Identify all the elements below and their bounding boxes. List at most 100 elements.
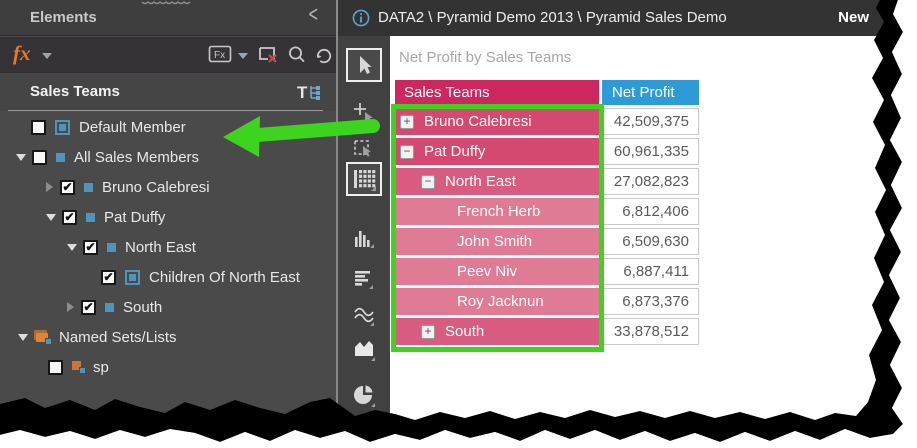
checkbox[interactable]: ✔ — [60, 180, 75, 195]
checkbox[interactable]: ✔ — [62, 210, 77, 225]
info-icon[interactable] — [352, 9, 370, 32]
row-header-cell[interactable]: −North East — [395, 168, 599, 195]
column-header-sales-teams[interactable]: Sales Teams — [395, 80, 599, 105]
tree-item-bruno-calebresi[interactable]: ✔Bruno Calebresi — [0, 172, 336, 202]
tree-item-label: Default Member — [79, 119, 186, 136]
tree-item-north-east[interactable]: ✔ North East — [0, 232, 336, 262]
expanded-arrow-icon[interactable] — [67, 244, 77, 251]
checkbox[interactable] — [48, 360, 63, 375]
line-chart-tool[interactable] — [346, 298, 382, 332]
report-canvas: Net Profit by Sales Teams Sales Teams Ne… — [390, 36, 890, 432]
expanded-arrow-icon[interactable] — [16, 154, 26, 161]
fx-dropdown-caret-icon[interactable] — [42, 53, 52, 59]
row-header-cell[interactable]: Roy Jacknun — [395, 288, 599, 315]
tree-item-label: sp — [93, 359, 109, 376]
checkbox[interactable] — [32, 150, 47, 165]
checkbox[interactable]: ✔ — [83, 240, 98, 255]
row-header-cell[interactable]: Peev Niv — [395, 258, 599, 285]
grid-header-row: Sales Teams Net Profit — [395, 80, 699, 105]
tree-item-label: North East — [125, 239, 196, 256]
select-tool[interactable] — [346, 48, 382, 82]
row-label: South — [445, 323, 484, 340]
table-row-bruno-calebresi: + Bruno Calebresi 42,509,375 — [395, 108, 699, 135]
cursor-icon — [352, 53, 376, 77]
collapsed-arrow-icon[interactable] — [67, 302, 74, 312]
marquee-cursor-icon — [352, 137, 376, 161]
bar-chart-tool[interactable] — [346, 262, 382, 296]
checkbox[interactable]: ✔ — [81, 300, 96, 315]
line-chart-icon — [352, 303, 376, 327]
row-label: John Smith — [457, 233, 532, 250]
value-cell[interactable]: 27,082,823 — [602, 168, 699, 195]
row-header-cell[interactable]: French Herb — [395, 198, 599, 225]
table-row-south: + South 33,878,512 — [395, 318, 699, 345]
value-cell[interactable]: 6,873,376 — [602, 288, 699, 315]
search-icon[interactable] — [286, 44, 308, 71]
row-header-cell[interactable]: + South — [395, 318, 599, 345]
svg-text:T: T — [297, 83, 308, 102]
hierarchy-section-header: Sales Teams T — [0, 74, 336, 111]
tree-item-all-sales-members[interactable]: All Sales Members — [0, 142, 336, 172]
tree-item-sp[interactable]: sp — [0, 352, 336, 382]
svg-text:Fx: Fx — [214, 50, 225, 61]
default-member-icon — [125, 270, 140, 285]
pie-chart-tool[interactable] — [346, 378, 382, 412]
row-header-cell[interactable]: John Smith — [395, 228, 599, 255]
row-header-cell[interactable]: + Bruno Calebresi — [395, 108, 599, 135]
column-header-net-profit[interactable]: Net Profit — [602, 80, 699, 105]
area-chart-tool[interactable] — [346, 332, 382, 366]
value-cell[interactable]: 6,887,411 — [602, 258, 699, 285]
screenshot-stage: Elements < fx Fx Sales Teams T — [0, 0, 917, 448]
grid-icon — [351, 167, 377, 191]
fx-folder-caret-icon[interactable] — [238, 53, 248, 59]
named-sets-icon — [34, 330, 51, 344]
column-chart-icon — [352, 227, 376, 251]
collapse-toggle[interactable]: − — [421, 175, 435, 189]
fx-folder-button[interactable]: Fx — [208, 44, 232, 69]
tree-item-label: South — [123, 299, 162, 316]
member-name-display-toggle-icon[interactable]: T — [296, 81, 322, 108]
grid-body: + Bruno Calebresi 42,509,375−Pat Duffy60,9… — [395, 108, 699, 345]
value-cell[interactable]: 6,812,406 — [602, 198, 699, 225]
row-label: Roy Jacknun — [457, 293, 544, 310]
fx-formula-icon[interactable]: fx — [13, 41, 31, 66]
collapse-toggle[interactable]: − — [400, 145, 414, 159]
clear-selection-button[interactable] — [256, 44, 280, 71]
tree-item-pat-duffy[interactable]: ✔ Pat Duffy — [0, 202, 336, 232]
tree-item-named-sets-lists[interactable]: Named Sets/Lists — [0, 322, 336, 352]
add-selection-tool[interactable] — [346, 96, 382, 130]
value-cell[interactable]: 6,509,630 — [602, 228, 699, 255]
bar-chart-icon — [352, 267, 376, 291]
value-cell[interactable]: 33,878,512 — [602, 318, 699, 345]
tree-item-children-of-north-east[interactable]: ✔ Children Of North East — [0, 262, 336, 292]
row-header-cell[interactable]: −Pat Duffy — [395, 138, 599, 165]
tree-item-label: Children Of North East — [149, 269, 300, 286]
value-cell[interactable]: 60,961,335 — [602, 138, 699, 165]
grid-view-tool[interactable] — [346, 162, 382, 196]
checkbox[interactable] — [31, 120, 46, 135]
lasso-selection-tool[interactable] — [346, 132, 382, 166]
value-cell[interactable]: 42,509,375 — [602, 108, 699, 135]
table-row-john-smith: John Smith 6,509,630 — [395, 228, 699, 255]
row-label: Bruno Calebresi — [424, 113, 532, 130]
checkbox[interactable]: ✔ — [101, 270, 116, 285]
expand-toggle[interactable]: + — [421, 325, 435, 339]
menu-item-new[interactable]: New — [838, 9, 869, 26]
section-divider — [8, 110, 323, 111]
data-grid: Sales Teams Net Profit + Bruno Calebresi 4… — [395, 80, 699, 348]
collapse-panel-icon[interactable]: < — [309, 3, 318, 28]
tree-item-default-member[interactable]: Default Member — [0, 112, 336, 142]
visualization-toolbar — [338, 36, 390, 432]
expand-toggle[interactable]: + — [400, 115, 414, 129]
expanded-arrow-icon[interactable] — [46, 214, 56, 221]
collapsed-arrow-icon[interactable] — [46, 182, 53, 192]
expanded-arrow-icon[interactable] — [18, 334, 28, 341]
tree-item-south[interactable]: ✔ South — [0, 292, 336, 322]
row-label: North East — [445, 173, 516, 190]
data-source-topbar: DATA2 \ Pyramid Demo 2013 \ Pyramid Sale… — [338, 0, 897, 36]
tree-item-label: Pat Duffy — [104, 209, 165, 226]
refresh-icon[interactable] — [313, 44, 335, 71]
report-title: Net Profit by Sales Teams — [399, 49, 571, 66]
column-chart-tool[interactable] — [346, 222, 382, 256]
member-icon — [105, 303, 114, 312]
